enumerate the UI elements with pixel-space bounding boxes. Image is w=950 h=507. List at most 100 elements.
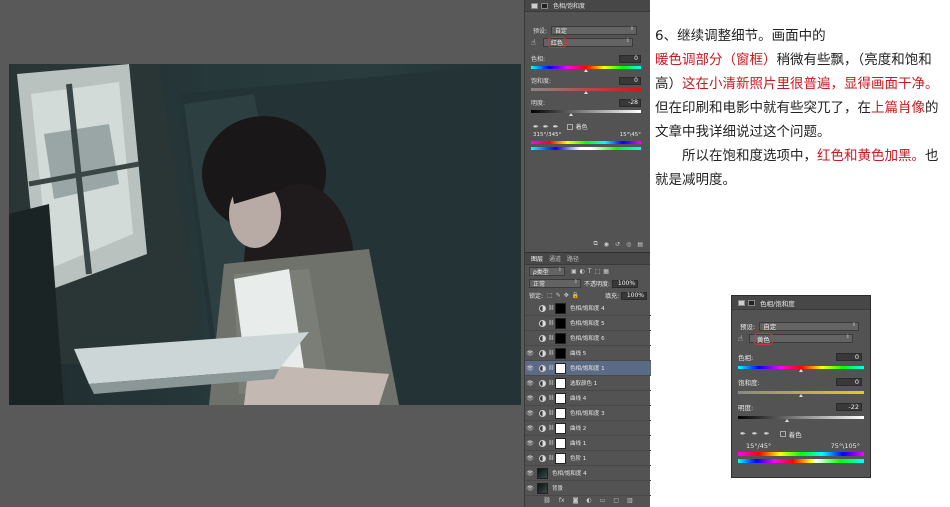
inset-saturation-field[interactable]: 0 (836, 378, 862, 386)
new-layer-icon[interactable]: ▢ (613, 497, 619, 504)
edited-photo[interactable] (9, 64, 521, 405)
layer-mask-thumbnail[interactable] (555, 407, 566, 419)
visibility-eye-icon[interactable]: 👁 (525, 380, 535, 387)
mask-link-icon[interactable]: ⛓ (548, 320, 554, 326)
layer-name: 色阶 1 (570, 456, 587, 462)
layer-filter-dropdown[interactable]: ρ类型 (529, 267, 565, 276)
layer-mask-thumbnail[interactable] (555, 452, 566, 464)
inset-preset-label: 预设: (740, 323, 756, 331)
mask-link-icon[interactable]: ⛓ (548, 455, 554, 461)
layer-row[interactable]: 👁 ⛓ 色相/饱和度 3 (525, 406, 651, 421)
hue-slider-thumb[interactable] (584, 69, 588, 72)
mask-link-icon[interactable]: ⛓ (548, 440, 554, 446)
hand-tool-icon[interactable]: ☝ (531, 38, 536, 47)
mask-link-icon[interactable]: ⛓ (548, 350, 554, 356)
filter-icons[interactable]: ▣◐T⬚▦ (571, 268, 612, 275)
visibility-eye-icon[interactable]: 👁 (525, 365, 535, 372)
layer-row[interactable]: 👁 ⛓ 色相/饱和度 1 (525, 361, 651, 376)
inset-channel-dropdown[interactable]: 黄色 (748, 332, 853, 345)
opacity-field[interactable]: 100% (612, 279, 639, 288)
lightness-value: -28 (628, 99, 638, 106)
photoshop-canvas-area (0, 0, 524, 507)
mask-icon[interactable]: ◙ (573, 497, 579, 504)
delete-icon[interactable]: ▤ (637, 241, 643, 248)
eyedropper-minus-icon[interactable]: ✒ (553, 123, 559, 131)
lock-icons[interactable]: ⬚✎✥🔒 (547, 292, 582, 299)
layer-mask-thumbnail[interactable] (555, 332, 566, 344)
folder-icon[interactable]: ▭ (600, 497, 606, 504)
link-icon[interactable]: ⛓ (543, 497, 551, 504)
layer-row[interactable]: ⛓ 色相/饱和度 6 (525, 331, 651, 346)
layer-mask-icon[interactable] (541, 2, 548, 9)
layer-mask-thumbnail[interactable] (555, 422, 566, 434)
mask-link-icon[interactable]: ⛓ (548, 365, 554, 371)
adjustment-thumbnail-icon (539, 409, 546, 417)
layer-row[interactable]: 👁 ⛓ 曲线 5 (525, 346, 651, 361)
lightness-field[interactable]: -28 (619, 98, 641, 107)
adjustment-thumbnail-icon (539, 319, 546, 327)
layer-mask-thumbnail[interactable] (537, 467, 548, 479)
mask-link-icon[interactable]: ⛓ (548, 380, 554, 386)
reset-icon[interactable]: ↺ (615, 241, 620, 248)
visibility-eye-icon[interactable]: 👁 (525, 395, 535, 402)
layer-row[interactable]: 👁 背景 (525, 481, 651, 496)
tab-layers[interactable]: 图层 (531, 254, 543, 263)
eyedropper-plus-icon[interactable]: ✒ (543, 123, 549, 131)
layer-mask-thumbnail[interactable] (555, 377, 566, 389)
visibility-eye-icon[interactable]: 👁 (525, 455, 535, 462)
layer-mask-thumbnail[interactable] (555, 437, 566, 449)
inset-hue-field[interactable]: 0 (836, 353, 862, 361)
tab-channels[interactable]: 通道 (549, 254, 561, 263)
mask-link-icon[interactable]: ⛓ (548, 410, 554, 416)
fill-field[interactable]: 100% (621, 291, 647, 300)
layer-mask-thumbnail[interactable] (555, 347, 566, 359)
layer-row[interactable]: 👁 ⛓ 曲线 4 (525, 391, 651, 406)
layer-row[interactable]: 👁 ⛓ 曲线 2 (525, 421, 651, 436)
visibility-eye-icon[interactable]: 👁 (525, 350, 535, 357)
hue-field[interactable]: 0 (619, 54, 641, 63)
layer-mask-thumbnail[interactable] (555, 302, 566, 314)
inset-preset-dropdown[interactable]: 自定 (759, 321, 860, 331)
mask-link-icon[interactable]: ⛓ (548, 305, 554, 311)
mask-link-icon[interactable]: ⛓ (548, 395, 554, 401)
lightness-slider-thumb[interactable] (569, 113, 573, 116)
clip-to-layer-icon[interactable]: ⧉ (594, 240, 598, 248)
visibility-eye-icon[interactable]: 👁 (525, 410, 535, 417)
layer-row[interactable]: ⛓ 色相/饱和度 5 (525, 316, 651, 331)
layer-list: ⛓ 色相/饱和度 4 ⛓ 色相/饱和度 5 ⛓ 色相/饱和度 6 👁 ⛓ 曲线 5 👁 ⛓ 色相/饱和… (525, 301, 651, 496)
colorize-checkbox[interactable] (566, 123, 573, 130)
tab-paths[interactable]: 路径 (567, 254, 579, 263)
fx-icon[interactable]: fx (559, 497, 565, 504)
saturation-field[interactable]: 0 (619, 76, 641, 85)
visibility-icon[interactable]: ◎ (626, 241, 631, 248)
trash-icon[interactable]: ▥ (627, 497, 633, 504)
visibility-eye-icon[interactable]: 👁 (525, 485, 535, 492)
inset-lightness-field[interactable]: -22 (836, 403, 862, 411)
visibility-eye-icon[interactable]: 👁 (525, 470, 535, 477)
lightness-slider-track[interactable] (531, 110, 641, 113)
preset-value: 自定 (555, 28, 568, 35)
channel-dropdown[interactable]: 红色 (542, 37, 633, 48)
view-previous-icon[interactable]: ◉ (604, 241, 609, 248)
layer-row[interactable]: 👁 ⛓ 曲线 1 (525, 436, 651, 451)
blend-mode-dropdown[interactable]: 正常 (529, 279, 581, 288)
eyedropper-icon[interactable]: ✒ (533, 123, 539, 131)
layer-row[interactable]: 👁 ⛓ 选取颜色 1 (525, 376, 651, 391)
previous-article-link[interactable]: 上篇肖像 (871, 100, 925, 116)
layer-mask-thumbnail[interactable] (537, 482, 548, 494)
mask-link-icon[interactable]: ⛓ (548, 425, 554, 431)
layer-row[interactable]: 👁 色相/饱和度 4 (525, 466, 651, 481)
layer-row[interactable]: ⛓ 色相/饱和度 4 (525, 301, 651, 316)
visibility-eye-icon[interactable]: 👁 (525, 440, 535, 447)
range-spectrum-bottom[interactable] (531, 147, 641, 150)
adjustment-thumbnail-icon (539, 304, 546, 312)
layer-mask-thumbnail[interactable] (555, 362, 566, 374)
layer-row[interactable]: 👁 ⛓ 色阶 1 (525, 451, 651, 466)
layer-mask-thumbnail[interactable] (555, 392, 566, 404)
mask-link-icon[interactable]: ⛓ (548, 335, 554, 341)
adjustment-icon[interactable]: ◐ (586, 497, 591, 504)
layer-mask-thumbnail[interactable] (555, 317, 566, 329)
visibility-eye-icon[interactable]: 👁 (525, 425, 535, 432)
preset-dropdown[interactable]: 自定 (551, 26, 638, 35)
saturation-slider-thumb[interactable] (584, 91, 588, 94)
